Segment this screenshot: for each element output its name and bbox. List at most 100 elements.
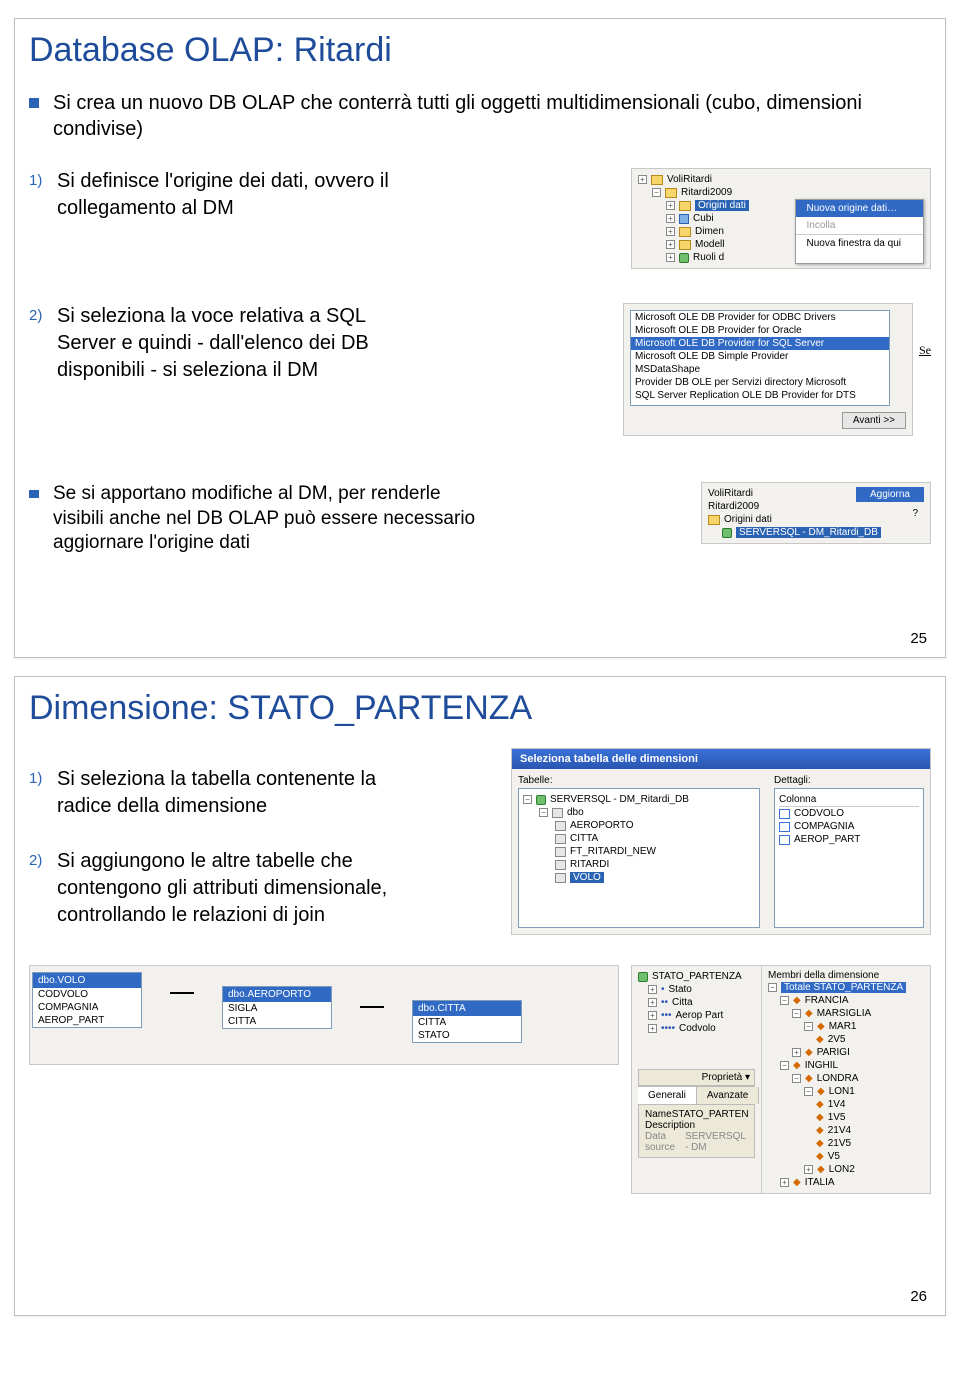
schema-table-citta[interactable]: dbo.CITTA CITTA STATO — [412, 1000, 522, 1043]
table-item-selected[interactable]: VOLO — [570, 872, 604, 883]
member-leaf[interactable]: V5 — [828, 1151, 840, 1162]
bullet-square-icon — [29, 98, 39, 108]
tree-node-selected[interactable]: SERVERSQL - DM_Ritardi_DB — [736, 527, 881, 538]
expand-icon[interactable]: + — [666, 227, 675, 236]
member[interactable]: MARSIGLIA — [817, 1008, 871, 1019]
member-leaf[interactable]: 2V5 — [828, 1034, 846, 1045]
table-item[interactable]: AEROPORTO — [570, 820, 634, 831]
table-column: AEROP_PART — [33, 1014, 141, 1027]
member[interactable]: PARIGI — [817, 1047, 850, 1058]
step1-text: Si definisce l'origine dei dati, ovvero … — [57, 168, 437, 222]
ctxmenu-item[interactable]: Incolla — [796, 217, 923, 234]
collapse-icon[interactable]: − — [792, 1009, 801, 1018]
list-item[interactable]: SQL Server Replication OLE DB Provider f… — [631, 389, 889, 402]
next-button[interactable]: Avanti >> — [842, 412, 906, 429]
tables-tree[interactable]: −SERVERSQL - DM_Ritardi_DB −dbo AEROPORT… — [518, 788, 760, 928]
refresh-button[interactable]: Aggiorna — [856, 487, 924, 502]
tree-node[interactable]: Modell — [695, 239, 724, 250]
panel-titlebar: Seleziona tabella delle dimensioni — [512, 749, 930, 769]
solution-tree-panel: +VoliRitardi −Ritardi2009 +Origini dati … — [631, 168, 931, 269]
collapse-icon[interactable]: − — [792, 1074, 801, 1083]
datasource-icon — [536, 795, 546, 805]
expand-icon[interactable]: + — [648, 985, 657, 994]
collapse-icon[interactable]: − — [780, 996, 789, 1005]
member-root[interactable]: Totale STATO_PARTENZA — [781, 982, 906, 993]
expand-icon[interactable]: + — [648, 1024, 657, 1033]
tree-node[interactable]: Origini dati — [724, 514, 772, 525]
collapse-icon[interactable]: − — [652, 188, 661, 197]
collapse-icon[interactable]: − — [523, 795, 532, 804]
list-item-selected[interactable]: Microsoft OLE DB Provider for SQL Server — [631, 337, 889, 350]
hier-level[interactable]: Aerop Part — [676, 1010, 724, 1021]
table-header: dbo.VOLO — [33, 973, 141, 988]
table-column: CITTA — [413, 1016, 521, 1029]
ctxmenu-item[interactable]: Nuova finestra da qui — [796, 234, 923, 252]
member-leaf[interactable]: 1V4 — [828, 1099, 846, 1110]
tab-general[interactable]: Generali — [638, 1087, 697, 1104]
slide-26: Dimensione: STATO_PARTENZA 1) Si selezio… — [14, 676, 946, 1316]
member[interactable]: MAR1 — [829, 1021, 857, 1032]
collapse-icon[interactable]: − — [768, 983, 777, 992]
member[interactable]: INGHIL — [805, 1060, 838, 1071]
expand-icon[interactable]: + — [792, 1048, 801, 1057]
expand-icon[interactable]: + — [780, 1178, 789, 1187]
tree-node[interactable]: Dimen — [695, 226, 724, 237]
tree-node[interactable]: SERVERSQL - DM_Ritardi_DB — [550, 794, 689, 805]
expand-icon[interactable]: + — [648, 1011, 657, 1020]
collapse-icon[interactable]: − — [804, 1087, 813, 1096]
member-leaf[interactable]: 21V5 — [828, 1138, 851, 1149]
prop-label: Description — [645, 1120, 695, 1131]
schema-table-volo[interactable]: dbo.VOLO CODVOLO COMPAGNIA AEROP_PART — [32, 972, 142, 1028]
list-item[interactable]: Microsoft OLE DB Provider for Oracle — [631, 324, 889, 337]
table-item[interactable]: CITTA — [570, 833, 598, 844]
tree-node-selected[interactable]: Origini dati — [695, 200, 749, 211]
member[interactable]: LONDRA — [817, 1073, 859, 1084]
tree-node[interactable]: Cubi — [693, 213, 714, 224]
ctxmenu-item[interactable]: Nuova origine dati… — [796, 200, 923, 217]
expand-icon[interactable]: + — [804, 1165, 813, 1174]
provider-listbox[interactable]: Microsoft OLE DB Provider for ODBC Drive… — [630, 310, 890, 406]
list-item[interactable]: Microsoft OLE DB Simple Provider — [631, 350, 889, 363]
refresh-q: ? — [856, 508, 924, 519]
table-item[interactable]: FT_RITARDI_NEW — [570, 846, 656, 857]
tree-node[interactable]: Ritardi2009 — [708, 501, 759, 512]
tree-node[interactable]: VoliRitardi — [708, 488, 753, 499]
step1-number: 1) — [29, 766, 57, 787]
member-leaf[interactable]: 1V5 — [828, 1112, 846, 1123]
step2-number: 2) — [29, 848, 57, 869]
join-line — [170, 992, 194, 994]
tree-node[interactable]: VoliRitardi — [667, 174, 712, 185]
member[interactable]: ITALIA — [805, 1177, 835, 1188]
column-icon — [779, 835, 790, 845]
expand-icon[interactable]: + — [666, 253, 675, 262]
prop-label: Name — [645, 1109, 672, 1120]
expand-icon[interactable]: + — [638, 175, 647, 184]
hier-level[interactable]: Citta — [672, 997, 693, 1008]
properties-toggle[interactable]: Proprietà ▾ — [638, 1069, 755, 1086]
expand-icon[interactable]: + — [666, 240, 675, 249]
column-icon — [779, 809, 790, 819]
expand-icon[interactable]: + — [648, 998, 657, 1007]
tree-node[interactable]: Ruoli d — [693, 252, 724, 263]
tree-node[interactable]: Ritardi2009 — [681, 187, 732, 198]
hier-level[interactable]: Stato — [669, 984, 692, 995]
member[interactable]: FRANCIA — [805, 995, 849, 1006]
list-item[interactable]: MSDataShape — [631, 363, 889, 376]
collapse-icon[interactable]: − — [780, 1061, 789, 1070]
collapse-icon[interactable]: − — [539, 808, 548, 817]
expand-icon[interactable]: + — [666, 214, 675, 223]
tab-advanced[interactable]: Avanzate — [697, 1087, 760, 1104]
schema-table-aeroporto[interactable]: dbo.AEROPORTO SIGLA CITTA — [222, 986, 332, 1029]
tree-node[interactable]: dbo — [567, 807, 584, 818]
table-item[interactable]: RITARDI — [570, 859, 609, 870]
member[interactable]: LON2 — [829, 1164, 855, 1175]
list-item[interactable]: Microsoft OLE DB Provider for ODBC Drive… — [631, 311, 889, 324]
folder-icon — [708, 515, 720, 525]
member[interactable]: LON1 — [829, 1086, 855, 1097]
expand-icon[interactable]: + — [666, 201, 675, 210]
list-item[interactable]: Provider DB OLE per Servizi directory Mi… — [631, 376, 889, 389]
hier-level[interactable]: Codvolo — [679, 1023, 716, 1034]
member-leaf[interactable]: 21V4 — [828, 1125, 851, 1136]
collapse-icon[interactable]: − — [804, 1022, 813, 1031]
folder-icon — [679, 240, 691, 250]
